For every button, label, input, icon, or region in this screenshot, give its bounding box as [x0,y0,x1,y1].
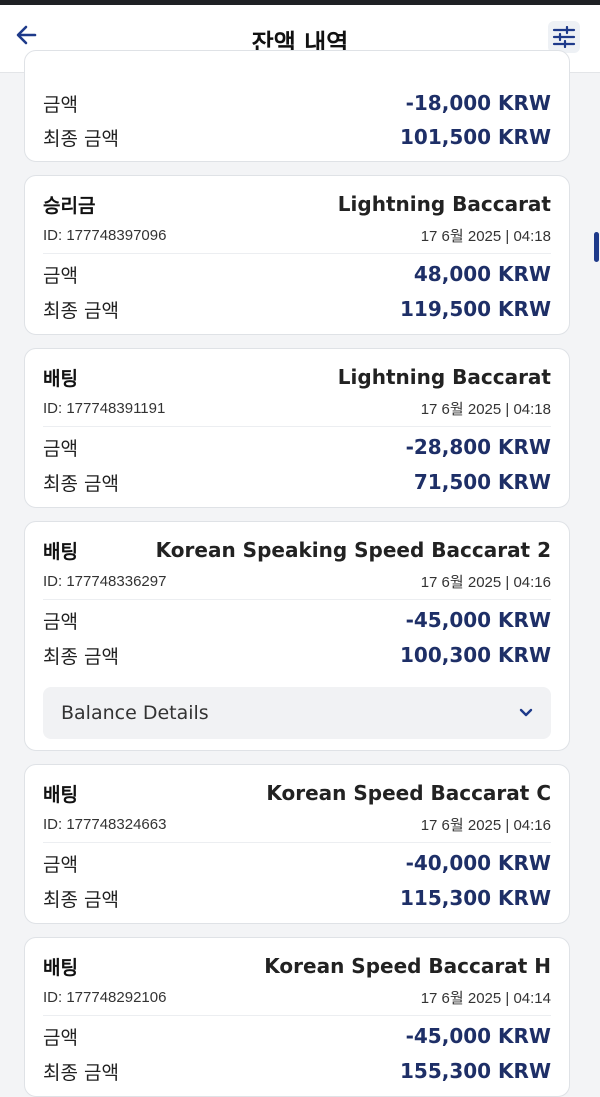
scrollbar-thumb[interactable] [594,232,599,262]
transaction-card[interactable]: 배팅 Korean Speaking Speed Baccarat 2 ID: … [24,521,570,751]
final-amount-label: 최종 금액 [43,472,119,495]
transaction-card[interactable]: 배팅 Lightning Baccarat ID: 177748391191 1… [24,348,570,508]
amount-value: -18,000 KRW [405,91,551,115]
game-name: Lightning Baccarat [337,192,551,216]
sliders-icon [552,26,576,48]
final-amount-label: 최종 금액 [43,299,119,322]
final-amount-label: 최종 금액 [43,888,119,911]
transaction-type: 배팅 [43,783,78,806]
final-amount-label: 최종 금액 [43,1061,119,1084]
amount-value: 48,000 KRW [413,262,551,286]
amount-label: 금액 [43,853,78,876]
final-amount-value: 100,300 KRW [399,643,551,667]
final-amount-label: 최종 금액 [43,127,119,150]
final-amount-value: 115,300 KRW [399,886,551,910]
amount-value: -45,000 KRW [405,1024,551,1048]
divider [43,599,551,600]
transaction-id: ID: 177748336297 [43,572,167,590]
transaction-card[interactable]: 승리금 Lightning Baccarat ID: 177748397096 … [24,175,570,335]
transaction-card[interactable]: 배팅 Korean Speed Baccarat C ID: 177748324… [24,764,570,924]
game-name: Korean Speed Baccarat C [266,781,551,805]
amount-label: 금액 [43,437,78,460]
transaction-type: 승리금 [43,194,96,217]
divider [43,842,551,843]
transaction-card[interactable]: 배팅 Korean Speed Baccarat H ID: 177748292… [24,937,570,1097]
final-amount-row: 최종 금액 101,500 KRW [43,123,551,151]
transaction-id: ID: 177748397096 [43,226,167,244]
amount-value: -40,000 KRW [405,851,551,875]
chevron-down-icon [519,708,533,717]
transaction-date: 17 6월 2025 | 04:18 [420,227,551,245]
amount-value: -28,800 KRW [405,435,551,459]
amount-label: 금액 [43,610,78,633]
final-amount-value: 101,500 KRW [399,125,551,149]
game-name: Korean Speed Baccarat H [264,954,551,978]
divider [43,1015,551,1016]
transaction-type: 배팅 [43,956,78,979]
transaction-date: 17 6월 2025 | 04:14 [420,989,551,1007]
divider [43,426,551,427]
amount-row: 금액 -18,000 KRW [43,89,551,117]
transaction-id: ID: 177748292106 [43,988,167,1006]
final-amount-value: 119,500 KRW [399,297,551,321]
final-amount-label: 최종 금액 [43,645,119,668]
amount-label: 금액 [43,93,78,116]
transaction-date: 17 6월 2025 | 04:18 [420,400,551,418]
amount-label: 금액 [43,1026,78,1049]
transaction-type: 배팅 [43,367,78,390]
filter-button[interactable] [548,21,580,53]
divider [43,253,551,254]
balance-details-label: Balance Details [61,702,209,724]
game-name: Korean Speaking Speed Baccarat 2 [155,538,551,562]
amount-label: 금액 [43,264,78,287]
game-name: Lightning Baccarat [337,365,551,389]
final-amount-value: 155,300 KRW [399,1059,551,1083]
transaction-date: 17 6월 2025 | 04:16 [420,816,551,834]
final-amount-value: 71,500 KRW [413,470,551,494]
transaction-date: 17 6월 2025 | 04:16 [420,573,551,591]
transaction-id: ID: 177748391191 [43,399,166,417]
transaction-card: 금액 -18,000 KRW 최종 금액 101,500 KRW [24,50,570,162]
transaction-type: 배팅 [43,540,78,563]
balance-details-toggle[interactable]: Balance Details [43,687,551,739]
amount-value: -45,000 KRW [405,608,551,632]
transaction-id: ID: 177748324663 [43,815,167,833]
